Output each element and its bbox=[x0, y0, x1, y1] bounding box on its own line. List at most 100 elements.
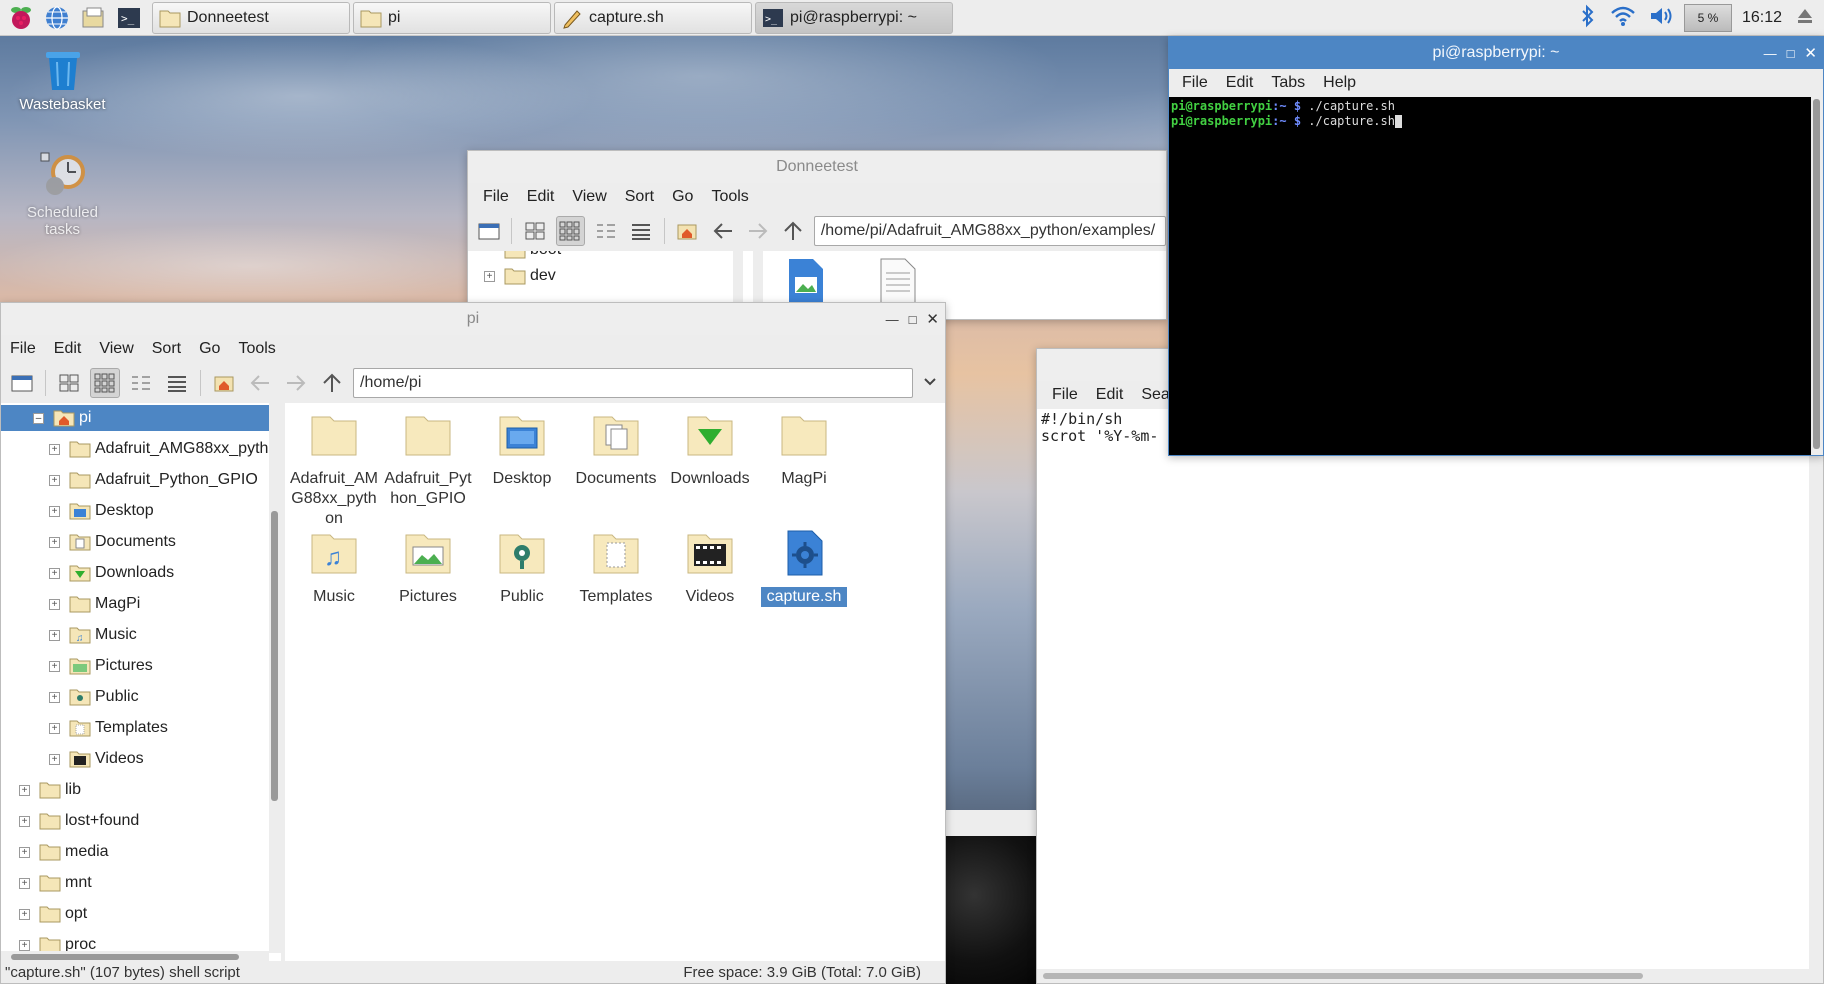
expand-icon[interactable]: + bbox=[49, 536, 60, 548]
close-icon[interactable]: ✕ bbox=[1804, 44, 1817, 62]
terminal-launcher-icon[interactable]: >_ bbox=[114, 3, 144, 33]
expand-icon[interactable]: + bbox=[49, 722, 60, 734]
list-view-icon[interactable] bbox=[626, 216, 655, 246]
expand-icon[interactable]: + bbox=[49, 660, 60, 672]
forward-arrow-icon[interactable] bbox=[743, 216, 772, 246]
tree-item[interactable]: + Pictures bbox=[49, 653, 153, 679]
file-item[interactable]: Documents bbox=[571, 411, 661, 489]
compact-view-icon[interactable] bbox=[591, 216, 620, 246]
thumbnail-view-icon[interactable] bbox=[555, 216, 585, 246]
expand-icon[interactable]: + bbox=[49, 691, 60, 703]
home-icon[interactable] bbox=[209, 368, 239, 398]
scrollbar-thumb[interactable] bbox=[1043, 973, 1643, 979]
expand-icon[interactable]: + bbox=[19, 908, 30, 920]
eject-icon[interactable] bbox=[1796, 6, 1814, 31]
file-item[interactable]: Templates bbox=[571, 529, 661, 607]
expand-icon[interactable]: + bbox=[484, 270, 495, 282]
file-item[interactable]: Pictures bbox=[383, 529, 473, 607]
wifi-icon[interactable] bbox=[1610, 5, 1636, 32]
expand-icon[interactable]: + bbox=[49, 474, 60, 486]
tree-item[interactable]: + Documents bbox=[49, 529, 176, 555]
maximize-icon[interactable]: □ bbox=[1787, 46, 1795, 61]
file-item[interactable]: Adafruit_Python_GPIO bbox=[383, 411, 473, 509]
menu-view[interactable]: View bbox=[563, 188, 615, 206]
menu-help[interactable]: Help bbox=[1314, 74, 1365, 92]
cpu-monitor[interactable]: 5 % bbox=[1683, 4, 1732, 32]
clock[interactable]: 16:12 bbox=[1742, 9, 1782, 27]
new-window-icon[interactable] bbox=[7, 368, 37, 398]
tree-item[interactable]: + proc bbox=[19, 932, 96, 953]
menu-edit[interactable]: Edit bbox=[45, 340, 91, 358]
file-item[interactable]: Downloads bbox=[665, 411, 755, 489]
expand-icon[interactable]: + bbox=[19, 815, 30, 827]
menu-edit[interactable]: Edit bbox=[1087, 386, 1133, 404]
tree-item[interactable]: + dev bbox=[484, 263, 556, 289]
desktop-icon-scheduled-tasks[interactable]: Scheduled tasks bbox=[10, 150, 115, 238]
tree-item[interactable]: + opt bbox=[19, 901, 87, 927]
tree-item[interactable]: + lost+found bbox=[19, 808, 139, 834]
minimize-icon[interactable]: — bbox=[1764, 46, 1777, 61]
compact-view-icon[interactable] bbox=[126, 368, 156, 398]
expand-icon[interactable]: + bbox=[49, 505, 60, 517]
maximize-icon[interactable]: □ bbox=[909, 312, 917, 327]
taskbar-button-pi[interactable]: pi bbox=[353, 1, 551, 34]
window-titlebar[interactable]: pi@raspberrypi: ~ — □ ✕ bbox=[1169, 37, 1823, 69]
menu-file[interactable]: File bbox=[1, 340, 45, 358]
menu-go[interactable]: Go bbox=[190, 340, 229, 358]
tree-item[interactable]: + lib bbox=[19, 777, 81, 803]
window-titlebar[interactable]: pi — □ ✕ bbox=[1, 303, 945, 335]
expand-icon[interactable]: + bbox=[19, 939, 30, 951]
menu-tools[interactable]: Tools bbox=[702, 188, 757, 206]
expand-icon[interactable]: + bbox=[49, 567, 60, 579]
up-arrow-icon[interactable] bbox=[317, 368, 347, 398]
minimize-icon[interactable]: — bbox=[886, 312, 899, 327]
tree-item-pi[interactable]: – pi bbox=[1, 405, 269, 431]
menu-file[interactable]: File bbox=[474, 188, 518, 206]
close-icon[interactable]: ✕ bbox=[926, 310, 939, 328]
expand-icon[interactable]: + bbox=[49, 753, 60, 765]
menu-file[interactable]: File bbox=[1173, 74, 1217, 92]
file-item[interactable]: Desktop bbox=[477, 411, 567, 489]
scrollbar-thumb[interactable] bbox=[271, 511, 278, 801]
pane-divider[interactable] bbox=[281, 403, 285, 963]
new-window-icon[interactable] bbox=[474, 216, 503, 246]
tree-item[interactable]: + MagPi bbox=[49, 591, 140, 617]
expand-icon[interactable]: + bbox=[49, 443, 60, 455]
menu-edit[interactable]: Edit bbox=[1217, 74, 1263, 92]
scrollbar-thumb[interactable] bbox=[11, 954, 239, 960]
bluetooth-icon[interactable] bbox=[1580, 4, 1596, 33]
file-item[interactable]: MagPi bbox=[759, 411, 849, 489]
menu-go[interactable]: Go bbox=[663, 188, 702, 206]
file-item[interactable]: ♫ Music bbox=[289, 529, 379, 607]
menu-view[interactable]: View bbox=[90, 340, 142, 358]
scrollbar-thumb[interactable] bbox=[1813, 99, 1820, 449]
back-arrow-icon[interactable] bbox=[245, 368, 275, 398]
horizontal-scrollbar[interactable] bbox=[1037, 969, 1823, 983]
menu-sort[interactable]: Sort bbox=[616, 188, 663, 206]
file-item[interactable]: Adafruit_AMG88xx_python bbox=[289, 411, 379, 529]
tree-item[interactable]: + Desktop bbox=[49, 498, 154, 524]
thumbnail-view-icon[interactable] bbox=[90, 368, 120, 398]
web-browser-icon[interactable] bbox=[42, 3, 72, 33]
file-item-selected[interactable]: capture.sh bbox=[759, 529, 849, 607]
menu-tabs[interactable]: Tabs bbox=[1262, 74, 1314, 92]
menu-file[interactable]: File bbox=[1043, 386, 1087, 404]
tree-item[interactable]: boot bbox=[484, 251, 561, 263]
menu-tools[interactable]: Tools bbox=[229, 340, 284, 358]
window-titlebar[interactable]: Donneetest bbox=[468, 151, 1166, 183]
taskbar-button-donneetest[interactable]: Donneetest bbox=[152, 1, 350, 34]
tree-item[interactable]: + Videos bbox=[49, 746, 144, 772]
tree-item[interactable]: + Adafruit_AMG88xx_python bbox=[49, 436, 269, 462]
expand-icon[interactable]: + bbox=[49, 598, 60, 610]
list-view-icon[interactable] bbox=[162, 368, 192, 398]
file-item[interactable]: Public bbox=[477, 529, 567, 607]
tree-item[interactable]: + Templates bbox=[49, 715, 168, 741]
tree-vertical-scrollbar[interactable] bbox=[269, 403, 281, 953]
up-arrow-icon[interactable] bbox=[779, 216, 808, 246]
icon-view-icon[interactable] bbox=[520, 216, 549, 246]
address-bar[interactable]: /home/pi/Adafruit_AMG88xx_python/example… bbox=[813, 216, 1166, 246]
desktop-icon-wastebasket[interactable]: Wastebasket bbox=[10, 44, 115, 113]
terminal-output[interactable]: pi@raspberrypi:~ $ ./capture.sh pi@raspb… bbox=[1169, 97, 1811, 455]
file-item[interactable]: Videos bbox=[665, 529, 755, 607]
tree-item[interactable]: + Public bbox=[49, 684, 139, 710]
